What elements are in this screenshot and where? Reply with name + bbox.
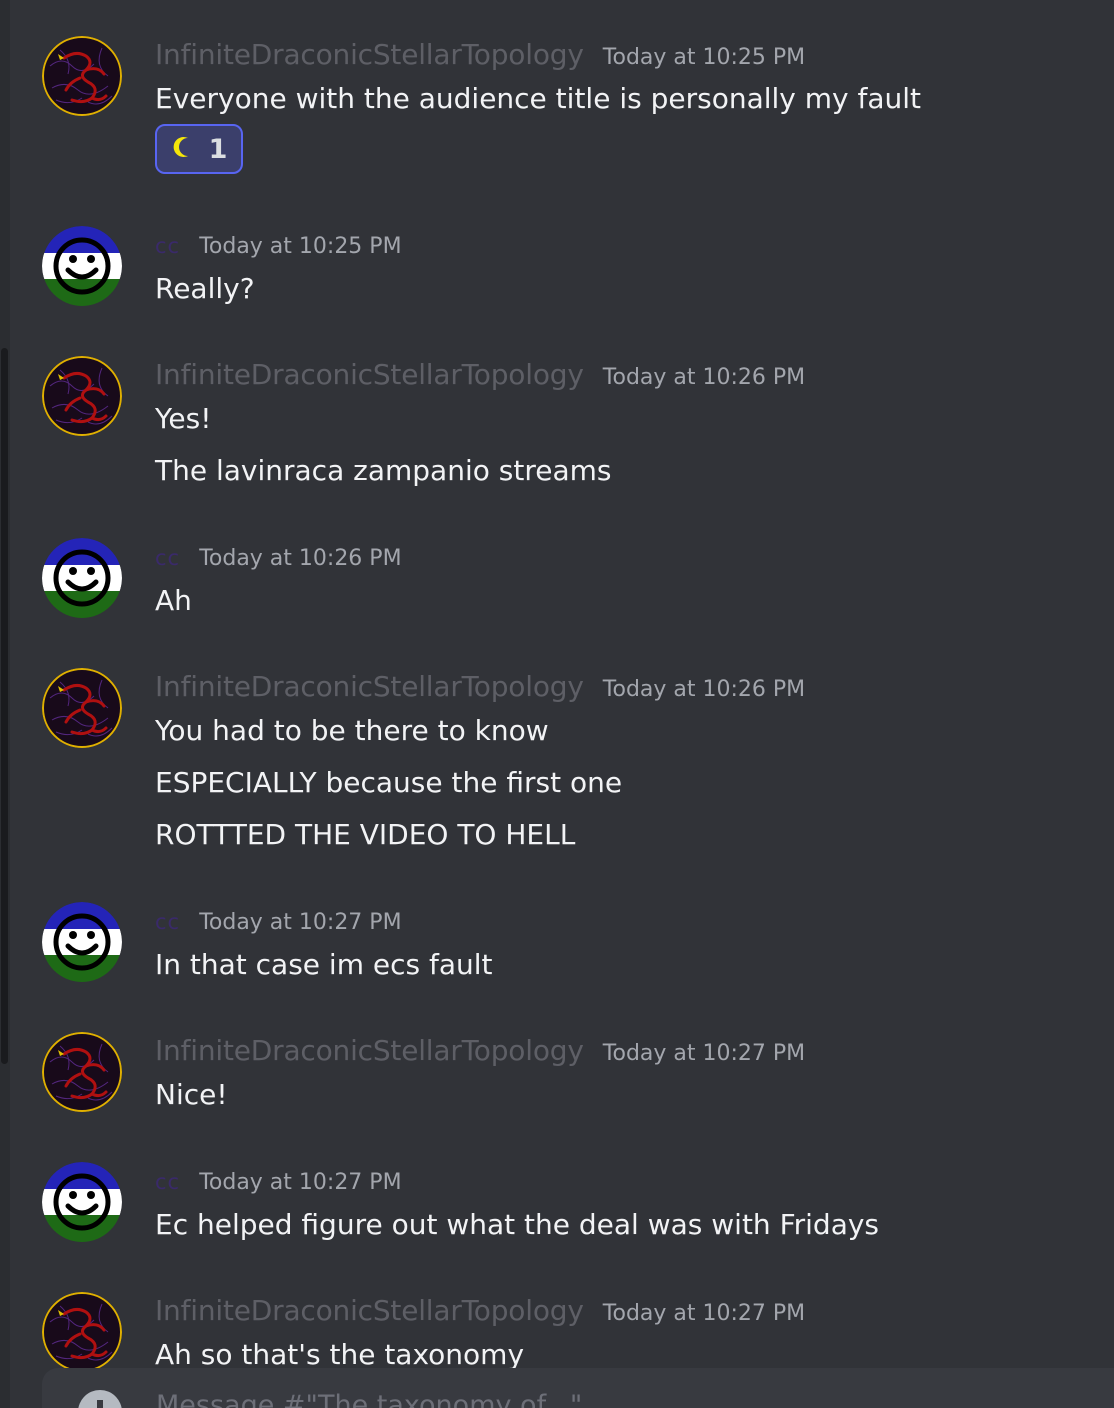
timestamp[interactable]: Today at 10:25 PM [603,45,805,70]
message-header: cc Today at 10:27 PM [155,1170,402,1200]
reaction-button[interactable]: 1 [155,124,243,174]
message-text: Yes! [155,402,212,435]
message-text: Ec helped figure out what the deal was w… [155,1208,880,1241]
message-composer[interactable]: Message #"The taxonomy of..." [42,1368,1114,1408]
username[interactable]: InfiniteDraconicStellarTopology [155,38,584,71]
message-header: InfiniteDraconicStellarTopology Today at… [155,1034,805,1067]
smiley-avatar[interactable] [42,538,122,618]
message-list: InfiniteDraconicStellarTopology Today at… [0,0,1114,1408]
username[interactable]: InfiniteDraconicStellarTopology [155,1034,584,1067]
username[interactable]: InfiniteDraconicStellarTopology [155,670,584,703]
username[interactable]: cc [155,546,180,570]
message-text: The lavinraca zampanio streams [155,454,612,487]
message-header: InfiniteDraconicStellarTopology Today at… [155,1294,805,1327]
message-text: ESPECIALLY because the first one [155,766,623,799]
timestamp[interactable]: Today at 10:26 PM [199,546,401,571]
timestamp[interactable]: Today at 10:26 PM [603,677,805,702]
message-text: You had to be there to know [155,714,549,747]
timestamp[interactable]: Today at 10:27 PM [603,1041,805,1066]
smiley-avatar[interactable] [42,1162,122,1242]
message-input[interactable]: Message #"The taxonomy of..." [156,1390,582,1408]
username[interactable]: cc [155,910,180,934]
username[interactable]: cc [155,234,180,258]
dragon-avatar[interactable] [42,1032,122,1112]
smiley-avatar[interactable] [42,226,122,306]
message-text: In that case im ecs fault [155,948,493,981]
message-text: Ah [155,584,192,617]
username[interactable]: cc [155,1170,180,1194]
timestamp[interactable]: Today at 10:27 PM [199,1170,401,1195]
dragon-avatar[interactable] [42,36,122,116]
message-text: Nice! [155,1078,228,1111]
chat-window: InfiniteDraconicStellarTopology Today at… [0,0,1114,1408]
dragon-avatar[interactable] [42,668,122,748]
username[interactable]: InfiniteDraconicStellarTopology [155,1294,584,1327]
message-text: Everyone with the audience title is pers… [155,82,922,115]
message-header: cc Today at 10:27 PM [155,910,402,940]
timestamp[interactable]: Today at 10:26 PM [603,365,805,390]
dragon-avatar[interactable] [42,356,122,436]
reaction-count: 1 [208,133,228,165]
smiley-avatar[interactable] [42,902,122,982]
message-header: cc Today at 10:26 PM [155,546,402,576]
plus-circle-icon[interactable] [78,1390,122,1408]
username[interactable]: InfiniteDraconicStellarTopology [155,358,584,391]
message-header: cc Today at 10:25 PM [155,234,402,264]
timestamp[interactable]: Today at 10:25 PM [199,234,401,259]
message-text: Ah so that's the taxonomy [155,1338,525,1371]
message-header: InfiniteDraconicStellarTopology Today at… [155,358,805,391]
message-header: InfiniteDraconicStellarTopology Today at… [155,670,805,703]
crescent-moon-icon [171,135,195,163]
message-header: InfiniteDraconicStellarTopology Today at… [155,38,805,71]
message-text: Really? [155,272,255,305]
dragon-avatar[interactable] [42,1292,122,1372]
message-text: ROTTTED THE VIDEO TO HELL [155,818,576,851]
timestamp[interactable]: Today at 10:27 PM [603,1301,805,1326]
timestamp[interactable]: Today at 10:27 PM [199,910,401,935]
